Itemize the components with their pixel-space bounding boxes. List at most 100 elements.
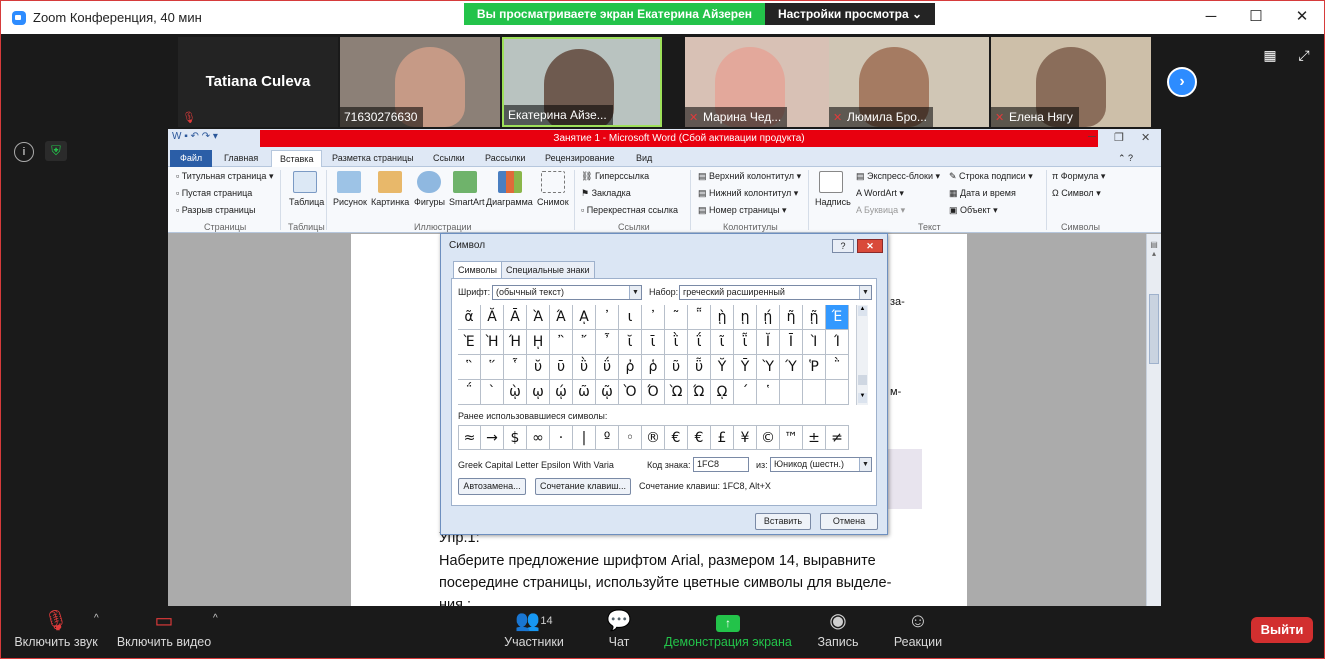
scroll-up-icon[interactable]: ▲ xyxy=(858,306,867,316)
gallery-layout-icon[interactable]: ▦ xyxy=(1261,47,1279,63)
participant-tile[interactable]: 71630276630 xyxy=(340,37,500,127)
from-combo[interactable]: Юникод (шестн.) ▼ xyxy=(770,457,872,472)
participant-tile-active-speaker[interactable]: Екатерина Айзе... xyxy=(502,37,662,127)
symbol-grid-scrollbar[interactable]: ▲ ▼ xyxy=(856,305,868,405)
symbol-cell[interactable]: ῟ xyxy=(504,355,527,380)
fullscreen-icon[interactable]: ⤢ xyxy=(1295,47,1313,63)
symbol-cell[interactable]: ῁ xyxy=(688,305,711,330)
shapes-button[interactable]: Фигуры xyxy=(414,197,445,207)
quick-parts-button[interactable]: ▤ Экспресс-блоки ▾ xyxy=(856,171,940,182)
word-minimize-icon[interactable]: ─ xyxy=(1088,131,1096,143)
insert-button[interactable]: Вставить xyxy=(755,513,811,530)
symbol-cell[interactable]: Ᾰ xyxy=(481,305,504,330)
symbol-cell[interactable]: ῶ xyxy=(573,380,596,405)
recent-symbol-cell[interactable]: $ xyxy=(504,425,527,450)
chat-button[interactable]: 💬 Чат xyxy=(597,607,641,658)
participant-tile[interactable]: ✕ Марина Чед... xyxy=(685,37,845,127)
text-box-icon[interactable] xyxy=(819,171,843,193)
recent-symbol-cell[interactable]: ≠ xyxy=(826,425,849,450)
symbol-cell[interactable]: ῡ xyxy=(550,355,573,380)
symbol-cell[interactable]: Ί xyxy=(826,330,849,355)
symbol-cell[interactable]: ῞ xyxy=(481,355,504,380)
word-restore-icon[interactable]: ❐ xyxy=(1114,131,1124,144)
symbol-cell[interactable]: ῆ xyxy=(780,305,803,330)
next-page-arrow-icon[interactable]: › xyxy=(1167,67,1197,97)
symbol-cell[interactable]: ῌ xyxy=(527,330,550,355)
symbol-cell[interactable]: ῑ xyxy=(642,330,665,355)
screenshot-button[interactable]: Снимок xyxy=(537,197,569,207)
symbol-cell[interactable]: Ὶ xyxy=(803,330,826,355)
video-options-button[interactable]: ^ xyxy=(206,607,220,658)
symbol-cell[interactable]: Ώ xyxy=(688,380,711,405)
chart-icon[interactable] xyxy=(498,171,522,193)
scroll-thumb[interactable] xyxy=(1149,294,1159,364)
security-shield-icon[interactable]: ⛨ xyxy=(45,141,67,161)
font-combo[interactable]: (обычный текст) ▼ xyxy=(492,285,642,300)
symbol-cell[interactable]: ῒ xyxy=(665,330,688,355)
recent-symbol-cell[interactable]: € xyxy=(688,425,711,450)
bookmark-button[interactable]: ⚑ Закладка xyxy=(581,188,631,199)
symbol-cell[interactable]: ΅ xyxy=(458,380,481,405)
symbol-cell[interactable]: ῴ xyxy=(550,380,573,405)
symbol-cell[interactable]: ῍ xyxy=(550,330,573,355)
tab-review[interactable]: Рецензирование xyxy=(545,150,615,167)
picture-icon[interactable] xyxy=(337,171,361,193)
symbol-cell[interactable]: ῗ xyxy=(734,330,757,355)
symbol-cell[interactable]: ῢ xyxy=(573,355,596,380)
tab-home[interactable]: Главная xyxy=(224,150,258,167)
table-icon[interactable] xyxy=(293,171,317,193)
signature-line-button[interactable]: ✎ Строка подписи ▾ xyxy=(949,171,1033,182)
symbol-cell[interactable]: ῳ xyxy=(527,380,550,405)
symbol-cell[interactable]: Ὰ xyxy=(527,305,550,330)
tab-page-layout[interactable]: Разметка страницы xyxy=(332,150,414,167)
symbol-cell[interactable]: ᾿ xyxy=(642,305,665,330)
recent-symbol-cell[interactable]: ∞ xyxy=(527,425,550,450)
footer-button[interactable]: ▤ Нижний колонтитул ▾ xyxy=(698,188,798,199)
wordart-button[interactable]: A WordArt ▾ xyxy=(856,188,904,199)
symbol-cell[interactable]: ῭ xyxy=(826,355,849,380)
picture-button[interactable]: Рисунок xyxy=(333,197,367,207)
recent-symbol-cell[interactable]: º xyxy=(596,425,619,450)
symbol-cell[interactable]: ῀ xyxy=(665,305,688,330)
table-button[interactable]: Таблица xyxy=(289,197,324,207)
shapes-icon[interactable] xyxy=(417,171,441,193)
symbol-cell[interactable]: Ὺ xyxy=(757,355,780,380)
recent-symbol-cell[interactable]: → xyxy=(481,425,504,450)
blank-page-button[interactable]: ▫ Пустая страница xyxy=(176,188,252,198)
symbol-cell[interactable]: ι xyxy=(619,305,642,330)
participant-tile[interactable]: ✕ Елена Нягу xyxy=(991,37,1151,127)
symbol-cell[interactable] xyxy=(826,380,849,405)
symbol-cell[interactable]: ῇ xyxy=(803,305,826,330)
symbol-cell[interactable]: Ᾱ xyxy=(504,305,527,330)
scroll-ruler-icons[interactable]: ▤ ▴ xyxy=(1149,240,1159,270)
symbol-cell[interactable] xyxy=(780,380,803,405)
tab-file[interactable]: Файл xyxy=(170,150,213,167)
ribbon-collapse-icon[interactable]: ⌃ ? xyxy=(1118,150,1133,167)
symbol-cell[interactable]: ῼ xyxy=(711,380,734,405)
symbol-cell[interactable]: Ύ xyxy=(780,355,803,380)
symbol-cell[interactable]: Ῡ xyxy=(734,355,757,380)
symbol-cell[interactable]: ΐ xyxy=(688,330,711,355)
clipart-button[interactable]: Картинка xyxy=(371,197,409,207)
hyperlink-button[interactable]: ⛓ Гиперссылка xyxy=(581,171,649,182)
symbol-cell[interactable]: ᾽ xyxy=(596,305,619,330)
symbol-cell[interactable]: ῎ xyxy=(573,330,596,355)
symbol-cell[interactable]: ` xyxy=(481,380,504,405)
cross-reference-button[interactable]: ▫ Перекрестная ссылка xyxy=(581,205,678,215)
start-video-button[interactable]: ▭ Включить видео xyxy=(114,607,214,658)
tab-references[interactable]: Ссылки xyxy=(433,150,465,167)
tab-view[interactable]: Вид xyxy=(636,150,652,167)
symbol-cell[interactable]: Ῠ xyxy=(711,355,734,380)
participants-button[interactable]: 👥14 Участники xyxy=(499,607,569,658)
symbol-cell[interactable]: Ῐ xyxy=(757,330,780,355)
minimize-icon[interactable]: ─ xyxy=(1201,8,1221,26)
leave-button[interactable]: Выйти xyxy=(1251,617,1313,643)
equation-button[interactable]: π Формула ▾ xyxy=(1052,171,1105,182)
symbol-cell[interactable]: Ό xyxy=(642,380,665,405)
recent-symbol-cell[interactable]: ± xyxy=(803,425,826,450)
page-break-button[interactable]: ▫ Разрыв страницы xyxy=(176,205,255,215)
date-time-button[interactable]: ▦ Дата и время xyxy=(949,188,1016,199)
recent-symbol-cell[interactable]: | xyxy=(573,425,596,450)
scroll-down-icon[interactable]: ▼ xyxy=(858,393,867,403)
symbol-cell[interactable]: Ὸ xyxy=(619,380,642,405)
